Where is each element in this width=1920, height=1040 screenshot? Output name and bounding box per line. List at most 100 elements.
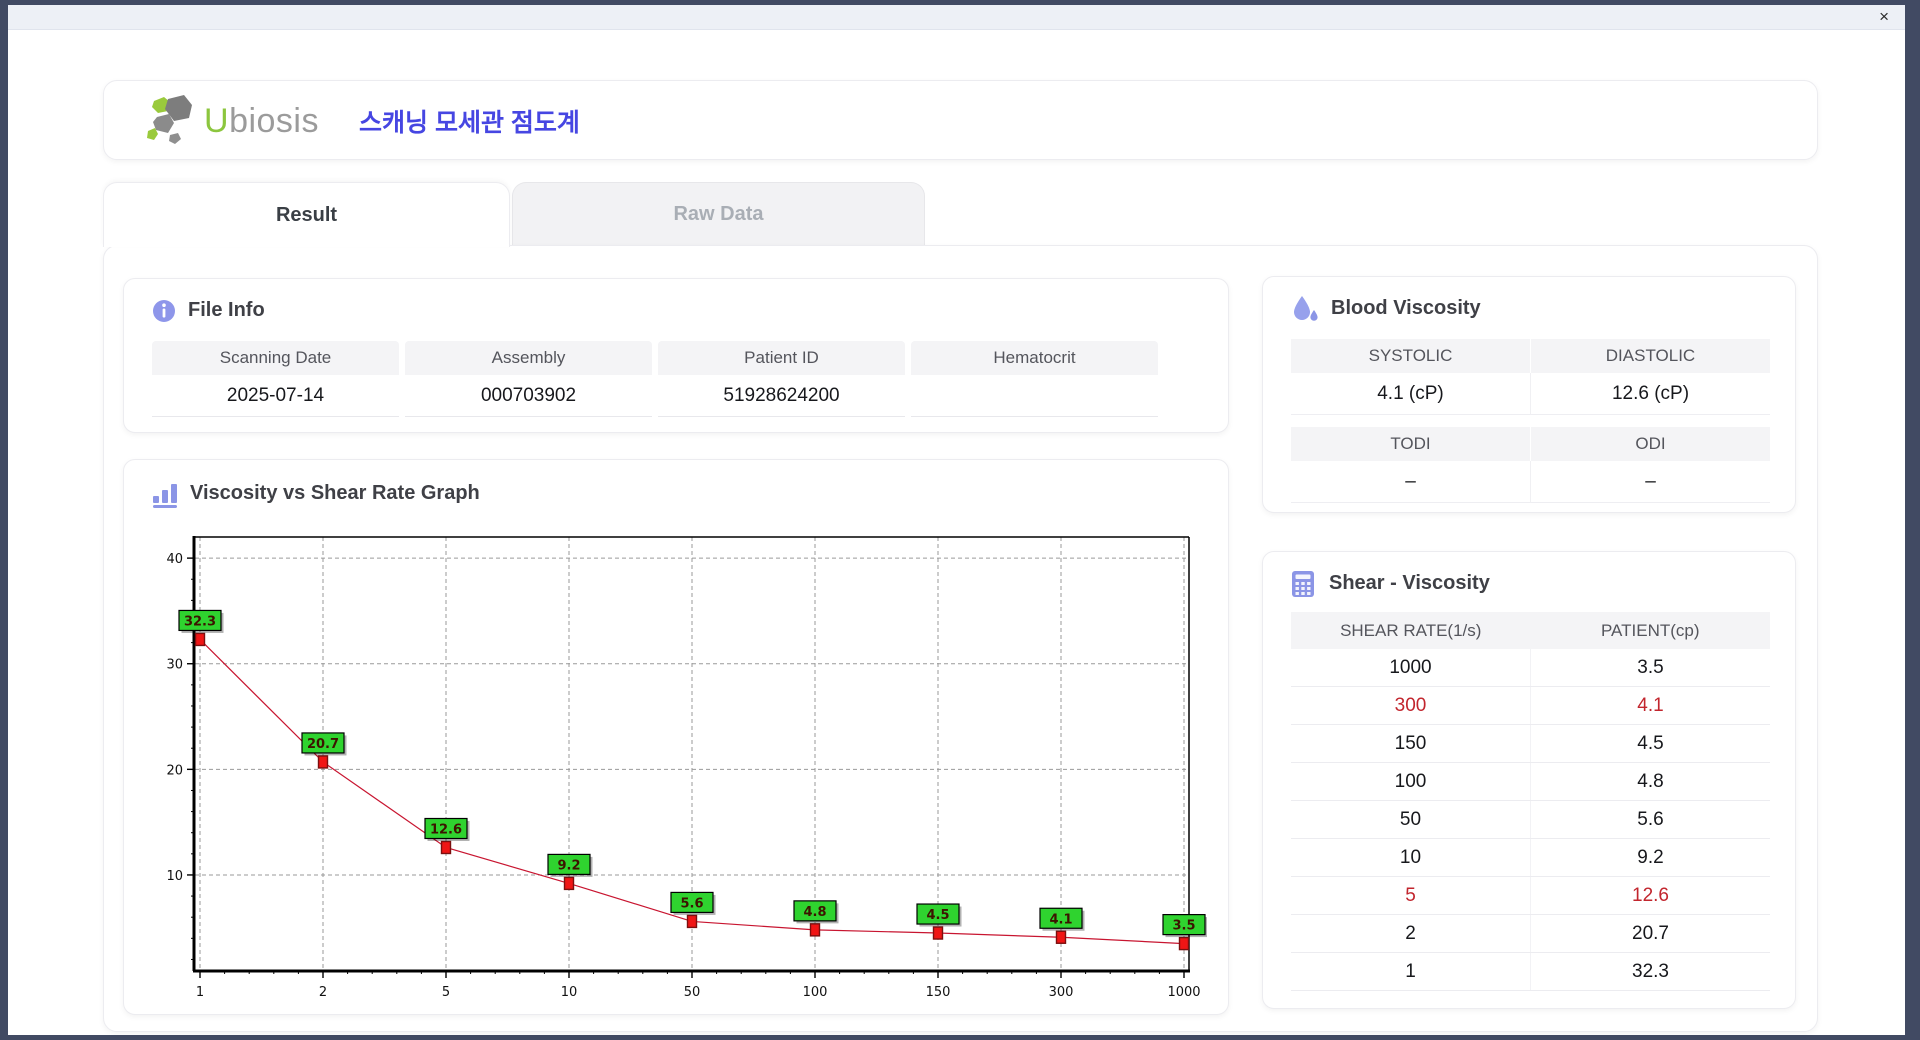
svg-text:10: 10: [166, 869, 183, 884]
shear-viscosity-title: Shear - Viscosity: [1329, 572, 1490, 594]
svg-text:10: 10: [561, 985, 578, 1000]
droplet-icon: [1291, 295, 1321, 330]
svg-text:30: 30: [166, 658, 183, 673]
svg-text:4.1: 4.1: [1049, 912, 1072, 927]
metric-label-odi: ODI: [1530, 427, 1770, 461]
table-row: 100 4.8: [1291, 763, 1770, 801]
viscosity-chart: 10 20 30 40 1 2 5 10 50 100 150 300 1000 32.3 20.7 12.6…: [166, 536, 1207, 1000]
table-row: 2 20.7: [1291, 915, 1770, 953]
brand-first-letter: U: [204, 101, 230, 140]
table-row: 5 12.6: [1291, 877, 1770, 915]
cell-shear-rate: 150: [1394, 732, 1427, 754]
brand-text: Ubiosis: [204, 102, 319, 141]
field-value: 2025-07-14: [152, 375, 399, 417]
field-label: Hematocrit: [911, 341, 1158, 375]
svg-text:20: 20: [166, 763, 183, 778]
metric-label-diastolic: DIASTOLIC: [1530, 339, 1770, 373]
blood-viscosity-grid: SYSTOLIC DIASTOLIC 4.1 (cP) 12.6 (cP) TO…: [1291, 339, 1770, 503]
field-value: [911, 375, 1158, 417]
tab-result[interactable]: Result: [103, 182, 510, 247]
field-value: 51928624200: [658, 375, 905, 417]
app-window: × Ubiosis 스캐닝 모세관 점도계 Result Raw Data Fi…: [8, 5, 1905, 1035]
field-label: Patient ID: [658, 341, 905, 375]
table-row: 50 5.6: [1291, 801, 1770, 839]
svg-text:4.8: 4.8: [803, 905, 826, 920]
logo-pebbles-icon: [144, 93, 198, 150]
svg-text:5: 5: [442, 985, 450, 1000]
table-row: 10 9.2: [1291, 839, 1770, 877]
cell-patient: 20.7: [1530, 915, 1770, 952]
cell-patient: 5.6: [1530, 801, 1770, 838]
svg-text:12.6: 12.6: [430, 822, 462, 837]
column-header-patient: PATIENT(cp): [1600, 620, 1700, 640]
svg-text:20.7: 20.7: [307, 737, 339, 752]
column-header-shear-rate: SHEAR RATE(1/s): [1340, 620, 1482, 640]
app-title-korean: 스캐닝 모세관 점도계: [359, 109, 580, 137]
svg-text:150: 150: [926, 985, 951, 1000]
svg-text:40: 40: [166, 552, 183, 567]
cell-patient: 9.2: [1530, 839, 1770, 876]
cell-patient: 12.6: [1530, 877, 1770, 914]
file-info-field-patient-id: Patient ID 51928624200: [658, 341, 905, 417]
cell-shear-rate: 50: [1399, 808, 1422, 830]
svg-text:100: 100: [803, 985, 828, 1000]
table-row: 1 32.3: [1291, 953, 1770, 991]
svg-text:9.2: 9.2: [557, 858, 580, 873]
graph-title: Viscosity vs Shear Rate Graph: [190, 482, 480, 504]
field-value: 000703902: [405, 375, 652, 417]
field-label: Scanning Date: [152, 341, 399, 375]
svg-text:50: 50: [684, 985, 701, 1000]
metric-value-odi: –: [1530, 461, 1770, 503]
brand-rest: biosis: [229, 101, 319, 140]
app-header-card: Ubiosis 스캐닝 모세관 점도계: [103, 80, 1818, 160]
cell-patient: 4.8: [1530, 763, 1770, 800]
tab-raw-data[interactable]: Raw Data: [512, 182, 925, 245]
svg-text:1: 1: [196, 985, 204, 1000]
table-row: 150 4.5: [1291, 725, 1770, 763]
svg-text:4.5: 4.5: [926, 908, 949, 923]
file-info-fields: Scanning Date 2025-07-14 Assembly 000703…: [152, 341, 1158, 417]
table-row: 1000 3.5: [1291, 649, 1770, 687]
svg-text:2: 2: [319, 985, 327, 1000]
cell-patient: 4.5: [1530, 725, 1770, 762]
metric-value-systolic: 4.1 (cP): [1291, 373, 1530, 415]
cell-shear-rate: 100: [1394, 770, 1427, 792]
blood-viscosity-card: Blood Viscosity SYSTOLIC DIASTOLIC 4.1 (…: [1262, 276, 1796, 513]
metric-value-diastolic: 12.6 (cP): [1530, 373, 1770, 415]
file-info-field-hematocrit: Hematocrit: [911, 341, 1158, 417]
file-info-title: File Info: [188, 299, 265, 321]
ubiosis-logo: Ubiosis: [144, 93, 319, 150]
main-panel: File Info Scanning Date 2025-07-14 Assem…: [103, 245, 1818, 1032]
svg-text:1000: 1000: [1167, 985, 1200, 1000]
svg-text:5.6: 5.6: [680, 896, 703, 911]
desktop-background: { "titlebar": { "close_label": "×" }, "h…: [0, 0, 1920, 1040]
cell-shear-rate: 5: [1405, 884, 1416, 906]
file-info-field-scanning-date: Scanning Date 2025-07-14: [152, 341, 399, 417]
metric-label-systolic: SYSTOLIC: [1291, 339, 1530, 373]
cell-patient: 32.3: [1530, 953, 1770, 990]
svg-text:3.5: 3.5: [1172, 919, 1195, 934]
cell-patient: 4.1: [1530, 687, 1770, 724]
titlebar: ×: [8, 5, 1905, 30]
table-row: 300 4.1: [1291, 687, 1770, 725]
metric-value-todi: –: [1291, 461, 1530, 503]
shear-table-header: SHEAR RATE(1/s) PATIENT(cp): [1291, 612, 1770, 649]
cell-shear-rate: 1000: [1389, 656, 1432, 678]
cell-shear-rate: 10: [1399, 846, 1422, 868]
info-icon: [152, 299, 176, 328]
shear-viscosity-card: Shear - Viscosity SHEAR RATE(1/s) PATIEN…: [1262, 551, 1796, 1009]
close-icon[interactable]: ×: [1879, 6, 1889, 28]
cell-patient: 3.5: [1530, 649, 1770, 686]
blood-viscosity-title: Blood Viscosity: [1331, 297, 1481, 319]
svg-text:300: 300: [1049, 985, 1074, 1000]
shear-viscosity-table: SHEAR RATE(1/s) PATIENT(cp) 1000 3.5 300 4…: [1291, 612, 1770, 991]
file-info-card: File Info Scanning Date 2025-07-14 Assem…: [123, 278, 1229, 433]
calculator-icon: [1291, 570, 1315, 603]
file-info-field-assembly: Assembly 000703902: [405, 341, 652, 417]
svg-text:32.3: 32.3: [184, 614, 216, 629]
field-label: Assembly: [405, 341, 652, 375]
bar-chart-icon: [152, 482, 179, 513]
metric-label-todi: TODI: [1291, 427, 1530, 461]
cell-shear-rate: 1: [1405, 960, 1416, 982]
viscosity-graph-card: Viscosity vs Shear Rate Graph 10 20 30 40 1 2…: [123, 459, 1229, 1015]
